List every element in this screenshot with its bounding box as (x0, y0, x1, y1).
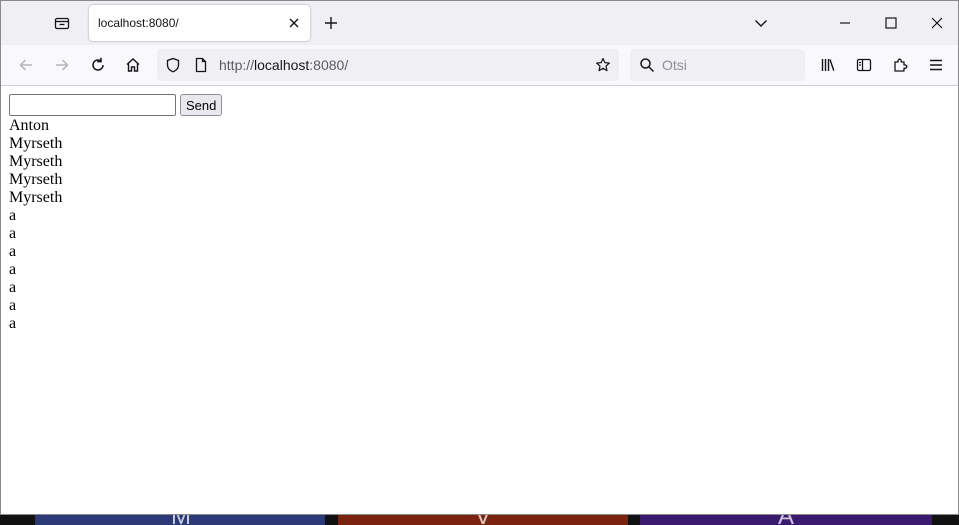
home-icon[interactable] (119, 51, 147, 79)
sidebar-icon[interactable] (850, 51, 878, 79)
menu-icon[interactable] (922, 51, 950, 79)
window-close-icon[interactable] (914, 1, 958, 45)
message-item: Myrseth (9, 135, 63, 152)
message-item: a (9, 279, 17, 296)
maximize-icon[interactable] (868, 1, 914, 45)
browser-window: localhost:8080/ http://localhost:8080/ O… (0, 0, 959, 515)
extensions-icon[interactable] (886, 51, 914, 79)
message-item: Myrseth (9, 153, 63, 170)
active-tab[interactable]: localhost:8080/ (89, 5, 310, 41)
taskbar-thumbnail[interactable]: M (35, 515, 325, 525)
chevron-down-icon[interactable] (749, 11, 773, 35)
page-icon[interactable] (187, 51, 215, 79)
minimize-icon[interactable] (822, 1, 868, 45)
taskbar-thumbnail-letter: A (750, 515, 822, 525)
search-bar[interactable]: Otsi (630, 49, 805, 81)
message-item: a (9, 207, 17, 224)
message-item: a (9, 225, 17, 242)
message-item: Myrseth (9, 189, 63, 206)
tab-bar: localhost:8080/ (1, 1, 958, 45)
page-content: Send Anton Myrseth Myrseth Myrseth Myrseth a a… (1, 86, 958, 514)
url-scheme: http:// (219, 57, 255, 73)
message-item: Myrseth (9, 171, 63, 188)
url-port-path: :8080/ (309, 57, 349, 73)
forward-arrow-icon[interactable] (48, 51, 76, 79)
navigation-toolbar: http://localhost:8080/ Otsi (1, 45, 958, 86)
message-item: a (9, 315, 17, 332)
tab-overview-icon[interactable] (47, 9, 77, 37)
close-icon[interactable] (284, 13, 304, 33)
taskbar-thumbnail-letter: M (145, 515, 217, 525)
message-item: a (9, 243, 17, 260)
message-item: a (9, 261, 17, 278)
library-icon[interactable] (814, 51, 842, 79)
plus-icon[interactable] (319, 11, 343, 35)
send-button[interactable]: Send (180, 94, 223, 116)
url-bar[interactable]: http://localhost:8080/ (157, 49, 619, 81)
reload-icon[interactable] (84, 51, 112, 79)
url-text: http://localhost:8080/ (219, 57, 348, 73)
taskbar-thumbnail[interactable]: A (640, 515, 932, 525)
url-host: localhost (254, 57, 310, 73)
message-form: Send (9, 94, 223, 116)
message-item: Anton (9, 117, 49, 134)
search-placeholder: Otsi (662, 57, 687, 73)
search-icon (633, 51, 661, 79)
message-list: Anton Myrseth Myrseth Myrseth Myrseth a a a a a a a (9, 117, 62, 333)
message-input[interactable] (9, 94, 176, 116)
tab-title: localhost:8080/ (98, 16, 179, 30)
back-arrow-icon[interactable] (12, 51, 40, 79)
message-item: a (9, 297, 17, 314)
taskbar: MVA (0, 515, 959, 525)
star-icon[interactable] (589, 51, 617, 79)
taskbar-thumbnail[interactable]: V (338, 515, 628, 525)
taskbar-thumbnail-letter: V (447, 515, 519, 525)
shield-icon[interactable] (159, 51, 187, 79)
